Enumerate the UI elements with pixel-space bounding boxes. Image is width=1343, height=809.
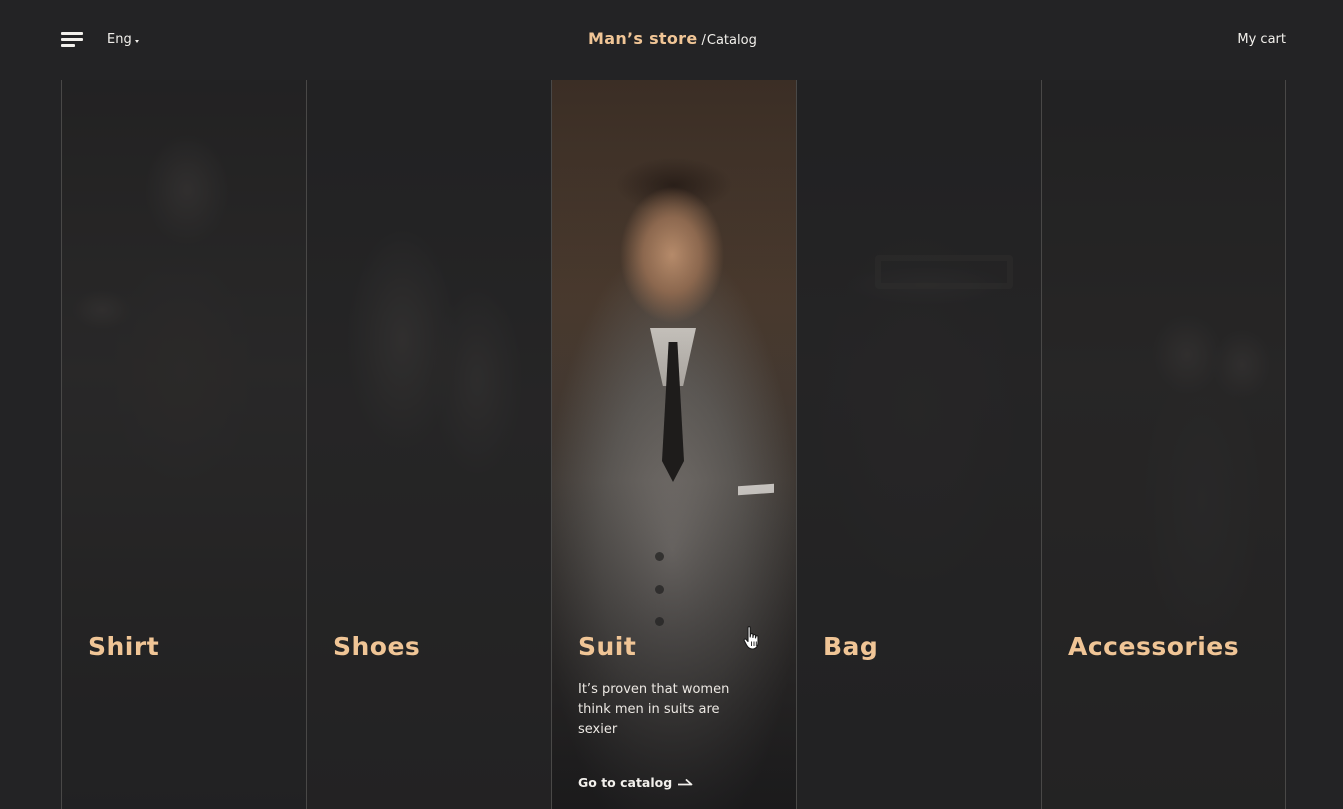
- breadcrumb-current: Catalog: [706, 33, 757, 48]
- arrow-right-icon: [678, 778, 693, 785]
- category-title: Bag: [823, 632, 879, 661]
- category-title: Suit: [578, 632, 637, 661]
- category-title: Shoes: [333, 632, 421, 661]
- category-panels: Shirt Shoes Suit It’s proven that women …: [61, 0, 1287, 809]
- category-title: Accessories: [1068, 632, 1240, 661]
- category-description: It’s proven that women think men in suit…: [578, 682, 730, 737]
- category-panel-suit[interactable]: Suit It’s proven that women think men in…: [551, 80, 796, 809]
- go-to-catalog-link[interactable]: Go to catalog: [578, 775, 693, 790]
- my-cart-link[interactable]: My cart: [1237, 32, 1286, 47]
- language-selector[interactable]: Eng: [107, 32, 139, 47]
- category-panel-accessories[interactable]: Accessories: [1041, 80, 1286, 809]
- brand-logo-link[interactable]: Man’s store: [588, 29, 698, 48]
- hamburger-menu-icon[interactable]: [61, 32, 83, 48]
- category-title: Shirt: [88, 632, 160, 661]
- category-panel-bag[interactable]: Bag: [796, 80, 1041, 809]
- hand-pointer-icon: [743, 626, 759, 650]
- go-to-catalog-label: Go to catalog: [578, 775, 673, 790]
- breadcrumb: Man’s store / Catalog: [588, 29, 757, 48]
- top-bar: Eng Man’s store / Catalog My cart: [0, 0, 1343, 80]
- language-label: Eng: [107, 32, 132, 47]
- category-panel-shoes[interactable]: Shoes: [306, 80, 551, 809]
- catalog-page: Eng Man’s store / Catalog My cart Shirt …: [0, 0, 1343, 809]
- breadcrumb-separator: /: [701, 33, 706, 48]
- caret-down-icon: [134, 39, 139, 43]
- category-panel-shirt[interactable]: Shirt: [61, 80, 306, 809]
